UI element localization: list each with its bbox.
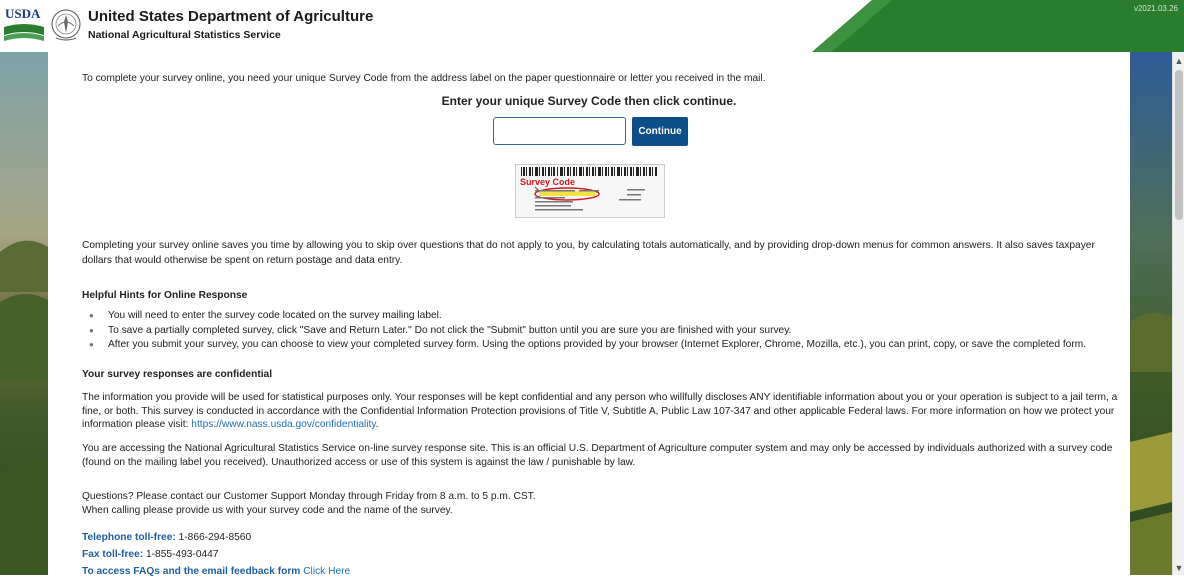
fax-number: 1-855-493-0447 bbox=[145, 549, 219, 560]
confidentiality-link[interactable]: https://www.nass.usda.gov/confidentialit… bbox=[191, 419, 375, 430]
scrollbar-thumb[interactable] bbox=[1175, 70, 1183, 220]
hints-heading: Helpful Hints for Online Response bbox=[82, 290, 248, 301]
access-notice-text: You are accessing the National Agricultu… bbox=[82, 443, 1113, 468]
bullet-icon: ● bbox=[89, 311, 94, 320]
background-farm-photo-left bbox=[0, 52, 48, 575]
contact-intro: Questions? Please contact our Customer S… bbox=[82, 490, 536, 517]
hint-text: You will need to enter the survey code l… bbox=[108, 310, 442, 321]
scroll-down-arrow-icon[interactable]: ▼ bbox=[1173, 561, 1184, 575]
nass-seal-icon bbox=[51, 9, 81, 41]
usda-logo[interactable]: USDA bbox=[4, 5, 44, 45]
contact-line-2: When calling please provide us with your… bbox=[82, 504, 453, 516]
bullet-icon: ● bbox=[89, 340, 94, 349]
instruction-heading: Enter your unique Survey Code then click… bbox=[441, 94, 737, 108]
usda-logo-text: USDA bbox=[5, 6, 41, 21]
confidential-link-suffix: . bbox=[375, 419, 379, 430]
hint-item: ● To save a partially completed survey, c… bbox=[82, 324, 1122, 338]
intro-text: To complete your survey online, you need… bbox=[82, 73, 766, 84]
org-subtitle: National Agricultural Statistics Service bbox=[88, 29, 281, 41]
survey-code-input[interactable] bbox=[493, 117, 626, 145]
faq-label: To access FAQs and the email feedback fo… bbox=[82, 566, 301, 577]
scroll-up-arrow-icon[interactable]: ▲ bbox=[1173, 54, 1184, 68]
phone-label: Telephone toll-free: bbox=[82, 532, 176, 543]
main-content: To complete your survey online, you need… bbox=[48, 52, 1130, 577]
contact-line-1: Questions? Please contact our Customer S… bbox=[82, 491, 536, 502]
confidential-heading: Your survey responses are confidential bbox=[82, 369, 273, 380]
phone-number: 1-866-294-8560 bbox=[178, 532, 252, 543]
hint-text: After you submit your survey, you can ch… bbox=[108, 339, 1087, 350]
hint-item: ● After you submit your survey, you can c… bbox=[82, 338, 1122, 352]
faq-line: To access FAQs and the email feedback fo… bbox=[82, 566, 350, 577]
bullet-icon: ● bbox=[89, 325, 94, 335]
header-green-banner bbox=[812, 0, 1184, 52]
hint-item: ● You will need to enter the survey code … bbox=[82, 309, 1122, 323]
vertical-scrollbar[interactable]: ▲ ▼ bbox=[1172, 52, 1184, 575]
phone-line: Telephone toll-free: 1-866-294-8560 bbox=[82, 532, 251, 543]
confidential-text: The information you provide will be used… bbox=[82, 391, 1122, 432]
continue-button[interactable]: Continue bbox=[632, 117, 688, 146]
faq-click-here-link[interactable]: Click Here bbox=[303, 566, 350, 577]
version-label: v2021.03.26 bbox=[1133, 4, 1178, 13]
site-header: USDA United States Department of Agricul… bbox=[0, 0, 1184, 53]
survey-code-caption: Survey Code bbox=[520, 177, 575, 187]
fax-line: Fax toll-free: 1-855-493-0447 bbox=[82, 549, 219, 560]
hints-list: ● You will need to enter the survey code … bbox=[82, 309, 1122, 353]
fax-label: Fax toll-free: bbox=[82, 549, 144, 560]
survey-code-label-image: Survey Code bbox=[515, 164, 665, 218]
background-farm-photo-right bbox=[1130, 52, 1172, 575]
org-title: United States Department of Agriculture bbox=[88, 8, 374, 25]
hint-text: To save a partially completed survey, cl… bbox=[108, 324, 792, 336]
benefits-text: Completing your survey online saves you … bbox=[82, 240, 1095, 266]
